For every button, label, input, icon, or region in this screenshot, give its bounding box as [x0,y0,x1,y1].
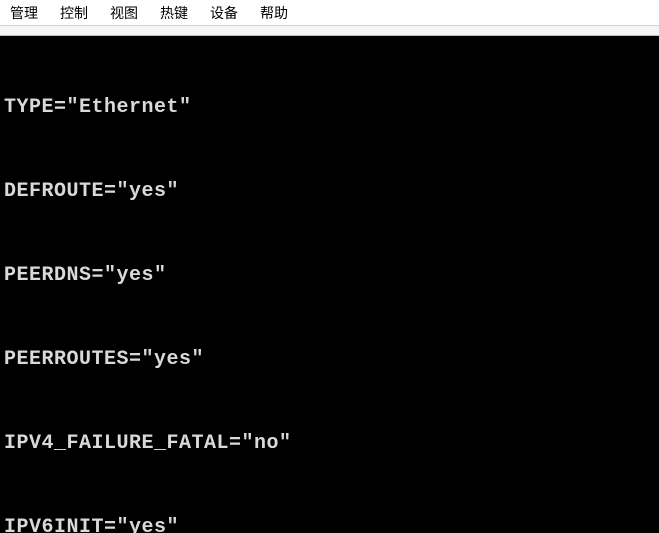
terminal-line: TYPE="Ethernet" [4,94,655,122]
menu-device[interactable]: 设备 [210,3,238,23]
terminal-line: PEERROUTES="yes" [4,346,655,374]
menu-view[interactable]: 视图 [110,3,138,23]
menu-help[interactable]: 帮助 [260,3,288,23]
menu-control[interactable]: 控制 [60,3,88,23]
terminal-line: IPV6INIT="yes" [4,514,655,533]
terminal-line: DEFROUTE="yes" [4,178,655,206]
menubar: 管理 控制 视图 热键 设备 帮助 [0,0,659,26]
menu-hotkey[interactable]: 热键 [160,3,188,23]
toolbar-strip [0,26,659,36]
terminal-line: IPV4_FAILURE_FATAL="no" [4,430,655,458]
terminal-output[interactable]: TYPE="Ethernet" DEFROUTE="yes" PEERDNS="… [0,36,659,533]
terminal-line: PEERDNS="yes" [4,262,655,290]
menu-manage[interactable]: 管理 [10,3,38,23]
